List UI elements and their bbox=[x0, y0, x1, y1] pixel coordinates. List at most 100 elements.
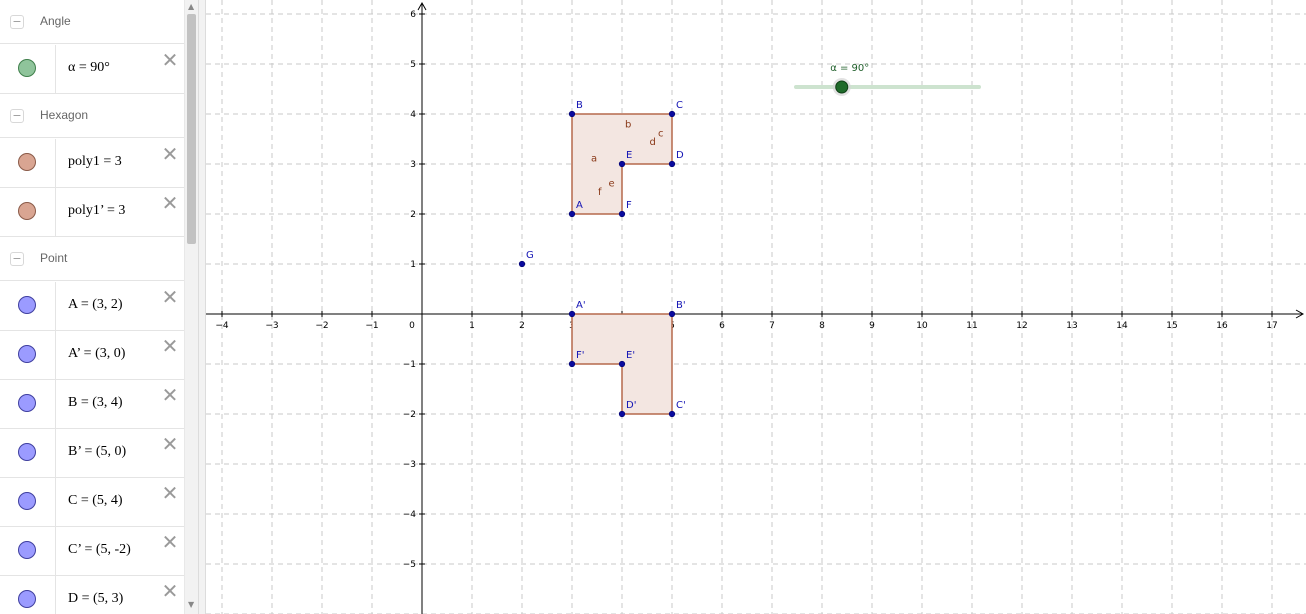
x-tick-label: 6 bbox=[719, 321, 725, 331]
algebra-formula[interactable]: C’ = (5, -2) bbox=[68, 542, 131, 558]
minus-icon[interactable]: − bbox=[10, 15, 24, 29]
marble-cell bbox=[0, 429, 56, 477]
visibility-toggle-icon[interactable] bbox=[18, 443, 36, 461]
algebra-item[interactable]: B’ = (5, 0) ✕ bbox=[0, 429, 184, 478]
algebra-formula[interactable]: B = (3, 4) bbox=[68, 395, 123, 411]
y-tick-label: 4 bbox=[410, 110, 416, 120]
minus-icon[interactable]: − bbox=[10, 252, 24, 266]
algebra-formula[interactable]: poly1 = 3 bbox=[68, 154, 122, 170]
point-d-prime[interactable] bbox=[618, 410, 626, 418]
delete-icon[interactable]: ✕ bbox=[161, 336, 179, 356]
algebra-formula[interactable]: B’ = (5, 0) bbox=[68, 444, 126, 460]
point-b-prime[interactable] bbox=[668, 310, 676, 318]
delete-icon[interactable]: ✕ bbox=[161, 287, 179, 307]
point-label: A bbox=[576, 200, 583, 211]
scroll-up-icon[interactable]: ▲ bbox=[188, 2, 194, 11]
algebra-formula[interactable]: A = (3, 2) bbox=[68, 297, 123, 313]
x-tick-label: 10 bbox=[916, 321, 928, 331]
marble-cell bbox=[0, 188, 56, 236]
point-f[interactable] bbox=[618, 210, 626, 218]
y-tick-label: 2 bbox=[410, 210, 416, 220]
algebra-scrollbar[interactable]: ▲ ▼ bbox=[184, 0, 198, 614]
minus-icon[interactable]: − bbox=[10, 109, 24, 123]
group-header-point[interactable]: − Point bbox=[0, 237, 184, 281]
x-tick-label: 7 bbox=[769, 321, 775, 331]
algebra-formula[interactable]: α = 90° bbox=[68, 60, 110, 76]
algebra-formula[interactable]: poly1’ = 3 bbox=[68, 203, 125, 219]
y-tick-label: −3 bbox=[403, 460, 416, 470]
x-tick-label: 13 bbox=[1066, 321, 1077, 331]
x-tick-label: 15 bbox=[1166, 321, 1177, 331]
group-label: Point bbox=[40, 251, 68, 265]
point-a[interactable] bbox=[568, 210, 576, 218]
delete-icon[interactable]: ✕ bbox=[161, 434, 179, 454]
point-e-prime[interactable] bbox=[618, 360, 626, 368]
visibility-toggle-icon[interactable] bbox=[18, 394, 36, 412]
point-g[interactable] bbox=[518, 260, 526, 268]
point-label: F' bbox=[576, 350, 585, 361]
algebra-item[interactable]: A = (3, 2) ✕ bbox=[0, 282, 184, 331]
scroll-thumb[interactable] bbox=[187, 14, 196, 244]
visibility-toggle-icon[interactable] bbox=[18, 202, 36, 220]
group-header-angle[interactable]: − Angle bbox=[0, 0, 184, 44]
segment-label: f bbox=[598, 187, 602, 198]
point-d[interactable] bbox=[668, 160, 676, 168]
algebra-item[interactable]: D = (5, 3) ✕ bbox=[0, 576, 184, 614]
x-tick-label: −4 bbox=[215, 321, 229, 331]
algebra-formula[interactable]: C = (5, 4) bbox=[68, 493, 123, 509]
visibility-toggle-icon[interactable] bbox=[18, 492, 36, 510]
scroll-down-icon[interactable]: ▼ bbox=[188, 600, 194, 609]
x-tick-label: −2 bbox=[315, 321, 328, 331]
group-header-hexagon[interactable]: − Hexagon bbox=[0, 94, 184, 138]
visibility-toggle-icon[interactable] bbox=[18, 590, 36, 608]
point-label: D bbox=[676, 150, 684, 161]
point-label: A' bbox=[576, 300, 586, 311]
algebra-item[interactable]: A’ = (3, 0) ✕ bbox=[0, 331, 184, 380]
x-tick-label: 11 bbox=[966, 321, 977, 331]
segment-label: e bbox=[609, 179, 615, 190]
algebra-item[interactable]: B = (3, 4) ✕ bbox=[0, 380, 184, 429]
x-tick-label: −1 bbox=[365, 321, 378, 331]
delete-icon[interactable]: ✕ bbox=[161, 581, 179, 601]
algebra-item[interactable]: poly1’ = 3 ✕ bbox=[0, 188, 184, 237]
algebra-formula[interactable]: A’ = (3, 0) bbox=[68, 346, 125, 362]
delete-icon[interactable]: ✕ bbox=[161, 532, 179, 552]
algebra-item[interactable]: C = (5, 4) ✕ bbox=[0, 478, 184, 527]
delete-icon[interactable]: ✕ bbox=[161, 193, 179, 213]
y-tick-label: −4 bbox=[403, 510, 417, 520]
visibility-toggle-icon[interactable] bbox=[18, 296, 36, 314]
x-tick-label: 14 bbox=[1116, 321, 1128, 331]
y-tick-label: −5 bbox=[403, 560, 416, 570]
graphics-canvas[interactable]: −4−3−2−101234567891011121314151617654321… bbox=[206, 0, 1306, 614]
point-c[interactable] bbox=[668, 110, 676, 118]
delete-icon[interactable]: ✕ bbox=[161, 385, 179, 405]
delete-icon[interactable]: ✕ bbox=[161, 483, 179, 503]
algebra-formula[interactable]: D = (5, 3) bbox=[68, 591, 123, 607]
x-tick-label: 0 bbox=[409, 321, 415, 331]
visibility-toggle-icon[interactable] bbox=[18, 541, 36, 559]
x-tick-label: 17 bbox=[1266, 321, 1277, 331]
x-tick-label: 12 bbox=[1016, 321, 1027, 331]
slider-label: α = 90° bbox=[830, 63, 869, 74]
x-tick-label: 8 bbox=[819, 321, 825, 331]
delete-icon[interactable]: ✕ bbox=[161, 50, 179, 70]
point-c-prime[interactable] bbox=[668, 410, 676, 418]
view-divider[interactable] bbox=[198, 0, 206, 614]
point-a-prime[interactable] bbox=[568, 310, 576, 318]
point-f-prime[interactable] bbox=[568, 360, 576, 368]
point-label: B' bbox=[676, 300, 686, 311]
segment-label: d bbox=[650, 137, 656, 148]
graphics-view[interactable]: −4−3−2−101234567891011121314151617654321… bbox=[206, 0, 1306, 614]
visibility-toggle-icon[interactable] bbox=[18, 59, 36, 77]
algebra-item[interactable]: α = 90° ✕ bbox=[0, 45, 184, 94]
visibility-toggle-icon[interactable] bbox=[18, 345, 36, 363]
algebra-item[interactable]: C’ = (5, -2) ✕ bbox=[0, 527, 184, 576]
algebra-item[interactable]: poly1 = 3 ✕ bbox=[0, 139, 184, 188]
x-tick-label: 1 bbox=[469, 321, 475, 331]
point-e[interactable] bbox=[618, 160, 626, 168]
delete-icon[interactable]: ✕ bbox=[161, 144, 179, 164]
point-label: E bbox=[626, 150, 632, 161]
visibility-toggle-icon[interactable] bbox=[18, 153, 36, 171]
point-b[interactable] bbox=[568, 110, 576, 118]
slider-knob[interactable] bbox=[835, 80, 849, 94]
